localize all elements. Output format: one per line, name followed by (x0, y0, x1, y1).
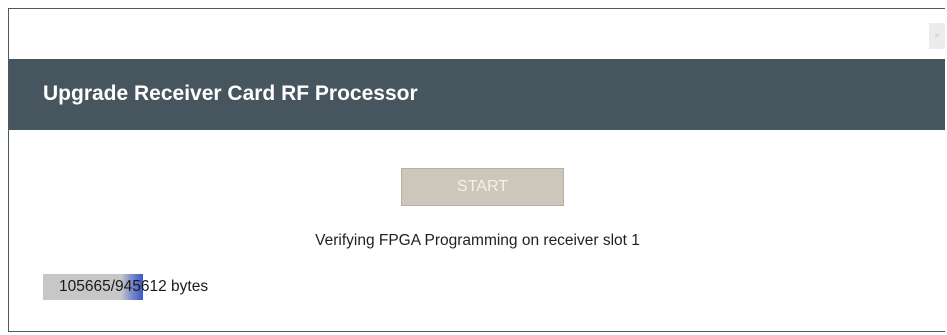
upgrade-dialog: × Upgrade Receiver Card RF Processor STA… (8, 8, 945, 332)
close-button[interactable]: × (929, 23, 945, 49)
dialog-header: Upgrade Receiver Card RF Processor (9, 59, 945, 130)
close-icon: × (933, 31, 941, 40)
start-button[interactable]: START (401, 168, 564, 206)
progress-label: 105665/945612 bytes (59, 278, 209, 295)
status-message: Verifying FPGA Programming on receiver s… (315, 232, 640, 249)
dialog-title: Upgrade Receiver Card RF Processor (43, 82, 418, 105)
